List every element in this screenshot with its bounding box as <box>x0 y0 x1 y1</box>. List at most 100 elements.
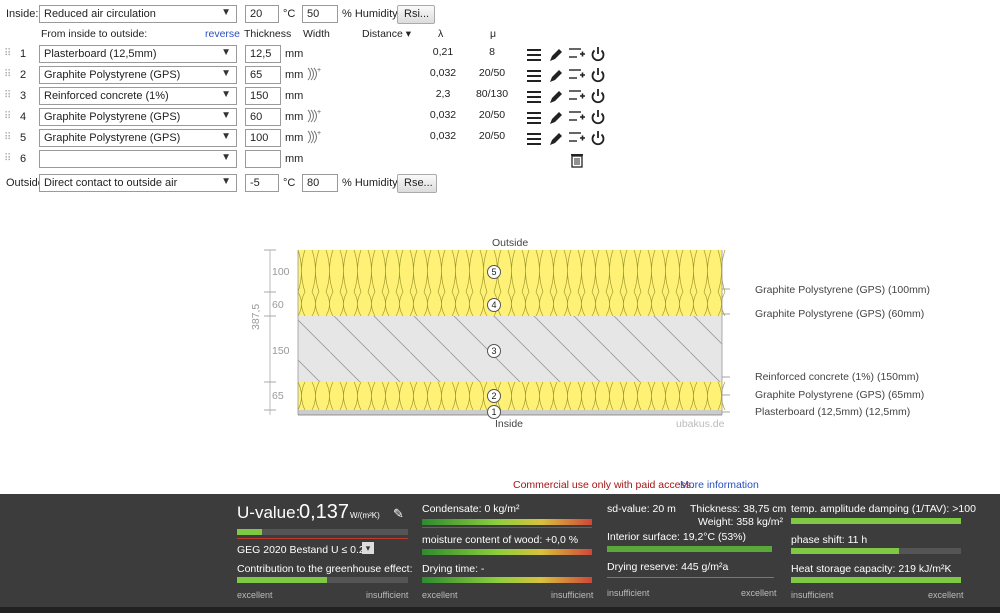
header-lambda: λ <box>438 28 444 40</box>
pencil-icon[interactable] <box>548 47 564 63</box>
layer-material-select[interactable]: ▼ <box>39 150 237 168</box>
outside-humidity-unit: % Humidity <box>342 177 398 189</box>
greenhouse-label: Contribution to the greenhouse effect: <box>237 563 413 575</box>
inside-humidity-input[interactable]: 50 <box>302 5 338 23</box>
geg-dropdown-icon[interactable]: ▾ <box>362 542 374 554</box>
power-toggle-icon[interactable] <box>590 46 606 62</box>
rse-button[interactable]: Rse... <box>397 174 437 193</box>
layer-thickness-input[interactable]: 60 <box>245 108 281 126</box>
drying-reserve: Drying reserve: 445 g/m²a <box>607 561 729 573</box>
menu-icon[interactable] <box>526 89 542 105</box>
power-toggle-icon[interactable] <box>590 130 606 146</box>
layer-badge: 4 <box>487 298 501 312</box>
insert-layer-icon[interactable] <box>569 108 585 124</box>
layer-thickness-input[interactable]: 65 <box>245 66 281 84</box>
results-panel: U-value: 0,137 W/(m²K) ✎ GEG 2020 Bestan… <box>0 494 1000 607</box>
drag-handle-icon[interactable]: ⠿ <box>4 153 11 164</box>
chevron-down-icon: ▼ <box>221 131 231 142</box>
commercial-notice: Commercial use only with paid access. <box>513 479 694 491</box>
diagram-outside-label: Outside <box>492 237 529 249</box>
pencil-icon[interactable] <box>548 89 564 105</box>
layer-number: 6 <box>20 153 27 165</box>
power-toggle-icon[interactable] <box>590 88 606 104</box>
inside-temp-input[interactable]: 20 <box>245 5 279 23</box>
insert-layer-icon[interactable] <box>569 87 585 103</box>
drying-time-bar <box>422 577 592 583</box>
insert-layer-icon[interactable] <box>569 129 585 145</box>
drag-handle-icon[interactable]: ⠿ <box>4 132 11 143</box>
temp-amplitude-damping: temp. amplitude damping (1/TAV): >100 <box>791 503 976 515</box>
outside-temp-input[interactable]: -5 <box>245 174 279 192</box>
scale-excellent: excellent <box>422 590 458 600</box>
diagram-total-thickness: 387,5 <box>250 303 262 330</box>
layer-number: 2 <box>20 69 27 81</box>
more-information-link[interactable]: More information <box>680 479 759 491</box>
sd-value: sd-value: 20 m <box>607 503 676 515</box>
layer-material-select[interactable]: Graphite Polystyrene (GPS) ▼ <box>39 66 237 84</box>
menu-icon[interactable] <box>526 68 542 84</box>
scale-insufficient: insufficient <box>551 590 594 600</box>
layer-thickness-input[interactable]: 150 <box>245 87 281 105</box>
layer-material-select[interactable]: Graphite Polystyrene (GPS) ▼ <box>39 108 237 126</box>
svg-text:+: + <box>317 130 321 137</box>
heat-storage-bar <box>791 577 961 583</box>
pencil-icon[interactable] <box>548 131 564 147</box>
layer-number: 5 <box>20 132 27 144</box>
layer-thickness-input[interactable]: 12,5 <box>245 45 281 63</box>
layer-mu: 20/50 <box>478 109 506 121</box>
outside-temp-unit: °C <box>283 177 296 189</box>
drag-handle-icon[interactable]: ⠿ <box>4 111 11 122</box>
condensate: Condensate: 0 kg/m² <box>422 503 520 515</box>
geg-requirement: GEG 2020 Bestand U ≤ 0.24 <box>237 544 371 556</box>
chevron-down-icon: ▼ <box>221 89 231 100</box>
layer-material-select[interactable]: Graphite Polystyrene (GPS) ▼ <box>39 129 237 147</box>
inside-label: Inside: <box>6 8 39 20</box>
insulation-pattern-icon[interactable]: + <box>306 66 322 82</box>
scale-label-3: 150 <box>272 345 290 357</box>
bottom-strip <box>0 607 1000 613</box>
callout-layer-4: Graphite Polystyrene (GPS) (60mm) <box>755 308 925 320</box>
insert-layer-icon[interactable] <box>569 45 585 61</box>
temp-amplitude-bar <box>791 518 961 524</box>
trash-icon[interactable] <box>569 152 585 168</box>
layer-thickness-unit: mm <box>285 132 304 144</box>
menu-icon[interactable] <box>526 131 542 147</box>
menu-icon[interactable] <box>526 110 542 126</box>
drag-handle-icon[interactable]: ⠿ <box>4 69 11 80</box>
layer-material-select[interactable]: Reinforced concrete (1%) ▼ <box>39 87 237 105</box>
inside-climate-select[interactable]: Reduced air circulation ▼ <box>39 5 237 23</box>
power-toggle-icon[interactable] <box>590 67 606 83</box>
header-thickness: Thickness <box>244 28 292 40</box>
menu-icon[interactable] <box>526 47 542 63</box>
header-distance[interactable]: Distance ▾ <box>362 28 411 40</box>
drying-time: Drying time: - <box>422 563 485 575</box>
pencil-icon[interactable] <box>548 110 564 126</box>
rsi-button[interactable]: Rsi... <box>397 5 435 24</box>
insulation-pattern-icon[interactable]: + <box>306 129 322 145</box>
layer-thickness-unit: mm <box>285 69 304 81</box>
header-from: From inside to outside: <box>41 28 148 40</box>
layer-mu: 8 <box>489 46 495 58</box>
weight: Weight: 358 kg/m² <box>698 516 784 528</box>
drag-handle-icon[interactable]: ⠿ <box>4 48 11 59</box>
pencil-icon[interactable] <box>548 68 564 84</box>
layer-material-select[interactable]: Plasterboard (12,5mm) ▼ <box>39 45 237 63</box>
layer-thickness-input[interactable] <box>245 150 281 168</box>
reverse-link[interactable]: reverse <box>205 28 240 40</box>
u-value-unit: W/(m²K) <box>350 511 380 520</box>
scale-insufficient: insufficient <box>791 590 834 600</box>
wrench-icon[interactable]: ✎ <box>393 506 404 522</box>
outside-humidity-input[interactable]: 80 <box>302 174 338 192</box>
layer-thickness-input[interactable]: 100 <box>245 129 281 147</box>
scale-label-2: 65 <box>272 390 284 402</box>
inside-temp-unit: °C <box>283 8 296 20</box>
drag-handle-icon[interactable]: ⠿ <box>4 90 11 101</box>
outside-climate-select[interactable]: Direct contact to outside air ▼ <box>39 174 237 192</box>
power-toggle-icon[interactable] <box>590 109 606 125</box>
layer-number: 4 <box>20 111 27 123</box>
scale-label-4: 60 <box>272 299 284 311</box>
scale-excellent: excellent <box>237 590 273 600</box>
insulation-pattern-icon[interactable]: + <box>306 108 322 124</box>
insert-layer-icon[interactable] <box>569 66 585 82</box>
svg-text:+: + <box>317 67 321 74</box>
